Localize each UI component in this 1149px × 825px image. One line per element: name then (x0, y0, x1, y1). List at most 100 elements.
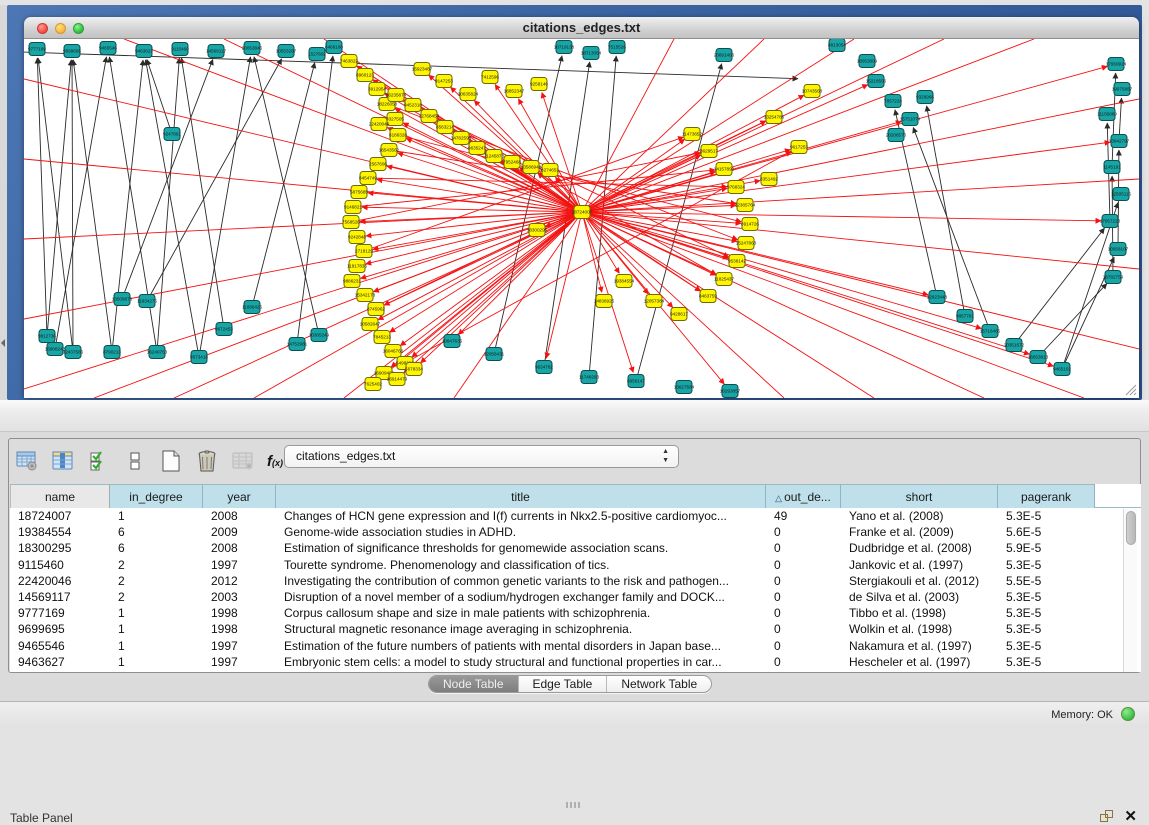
network-node[interactable]: 7845213 (373, 331, 391, 344)
tab-network-table[interactable]: Network Table (607, 676, 711, 692)
network-node[interactable]: 13586942 (521, 161, 542, 174)
cell-pagerank[interactable]: 5.3E-5 (998, 638, 1095, 654)
network-node[interactable]: 9147253 (435, 75, 453, 88)
cell-name[interactable]: 18724007 (10, 508, 110, 524)
network-node[interactable]: 15247863 (736, 237, 757, 250)
cell-pagerank[interactable]: 5.3E-5 (998, 589, 1095, 605)
cell-short[interactable]: Wolkin et al. (1998) (841, 621, 998, 637)
network-node[interactable]: 8745962 (367, 303, 385, 316)
network-node[interactable]: 9329966 (916, 91, 934, 104)
cell-year[interactable]: 2008 (203, 508, 276, 524)
network-node[interactable]: 20053846 (242, 42, 263, 55)
table-row[interactable]: 1872400712008Changes of HCN gene express… (10, 508, 1141, 524)
network-node[interactable]: 17959924 (1106, 58, 1127, 71)
network-node[interactable]: 2567608 (369, 158, 387, 171)
table-selector-dropdown[interactable]: citations_edges.txt ▲▼ (284, 445, 679, 468)
cell-in_degree[interactable]: 1 (110, 621, 203, 637)
network-node[interactable]: 9146821 (344, 201, 362, 214)
network-node[interactable]: 16653813 (1028, 351, 1049, 364)
memory-status-indicator[interactable] (1121, 707, 1135, 721)
network-node[interactable]: 16914479 (387, 373, 408, 386)
network-node[interactable]: 11245873 (484, 150, 505, 163)
cell-pagerank[interactable]: 5.3E-5 (998, 621, 1095, 637)
zoom-window-button[interactable] (73, 23, 84, 34)
network-node[interactable]: 9635247 (468, 142, 486, 155)
network-node[interactable]: 9242848 (348, 231, 366, 244)
cell-short[interactable]: Dudbridge et al. (2008) (841, 540, 998, 556)
network-node[interactable]: 12768453 (419, 110, 440, 123)
cell-in_degree[interactable]: 1 (110, 605, 203, 621)
network-node[interactable]: 16852347 (504, 85, 525, 98)
control-panel-sash[interactable] (0, 5, 7, 400)
cell-name[interactable]: 19384554 (10, 524, 110, 540)
table-row[interactable]: 911546021997Tourette syndrome. Phenomeno… (10, 557, 1141, 573)
column-header-in-degree[interactable]: in_degree (110, 484, 203, 508)
cell-short[interactable]: Franke et al. (2009) (841, 524, 998, 540)
network-node[interactable]: 9258146 (530, 78, 548, 91)
network-node[interactable]: 13627584 (674, 381, 695, 394)
column-header-year[interactable]: year (203, 484, 276, 508)
cell-in_degree[interactable]: 2 (110, 589, 203, 605)
network-window[interactable]: citations_edges.txt 97771699699695946554… (24, 17, 1139, 398)
cell-out_degree[interactable]: 0 (766, 654, 841, 670)
cell-year[interactable]: 2008 (203, 540, 276, 556)
cell-name[interactable]: 9465546 (10, 638, 110, 654)
clear-column-selection-icon[interactable] (123, 449, 147, 473)
cell-year[interactable]: 2003 (203, 589, 276, 605)
network-node[interactable]: 19384554 (614, 275, 635, 288)
minimize-window-button[interactable] (55, 23, 66, 34)
cell-title[interactable]: Tourette syndrome. Phenomenology and cla… (276, 557, 766, 573)
cell-name[interactable]: 9463627 (10, 654, 110, 670)
cell-out_degree[interactable]: 0 (766, 605, 841, 621)
cell-title[interactable]: Disruption of a novel member of a sodium… (276, 589, 766, 605)
network-node[interactable]: 12385764 (735, 199, 756, 212)
cell-year[interactable]: 2009 (203, 524, 276, 540)
network-node[interactable]: 8672453 (215, 323, 233, 336)
network-node[interactable]: 11156869 (1097, 108, 1117, 121)
tab-edge-table[interactable]: Edge Table (519, 676, 608, 692)
table-row[interactable]: 977716911998Corpus callosum shape and si… (10, 605, 1141, 621)
delete-column-icon[interactable] (231, 449, 255, 473)
cell-out_degree[interactable]: 0 (766, 540, 841, 556)
close-panel-icon[interactable]: ✕ (1124, 807, 1137, 825)
network-node[interactable]: 8956147 (627, 375, 645, 388)
network-node[interactable]: 9857791 (956, 310, 974, 323)
network-node[interactable]: 12058431 (484, 348, 505, 361)
network-node[interactable]: 7857224 (884, 95, 902, 108)
network-node[interactable]: 8790213 (103, 346, 121, 359)
cell-in_degree[interactable]: 6 (110, 540, 203, 556)
network-node[interactable]: 11473652 (682, 128, 703, 141)
network-node[interactable]: 11825437 (714, 273, 735, 286)
cell-year[interactable]: 1997 (203, 654, 276, 670)
cell-pagerank[interactable]: 5.3E-5 (998, 508, 1095, 524)
cell-in_degree[interactable]: 6 (110, 524, 203, 540)
network-node[interactable]: 20891406 (714, 49, 735, 62)
network-node[interactable]: 15716485 (980, 325, 1001, 338)
column-header-title[interactable]: title (276, 484, 766, 508)
cell-year[interactable]: 2012 (203, 573, 276, 589)
network-canvas[interactable]: 9777169969969594655469463627911546014569… (24, 39, 1139, 398)
network-node[interactable]: 20351672 (1004, 339, 1025, 352)
network-node[interactable]: 9768324 (727, 181, 745, 194)
network-node[interactable]: 7515526 (608, 41, 626, 54)
network-node[interactable]: 11934275 (137, 295, 158, 308)
cell-in_degree[interactable]: 1 (110, 638, 203, 654)
network-node[interactable]: 8813054 (828, 39, 846, 52)
network-node[interactable]: 14157892 (714, 163, 735, 176)
table-row[interactable]: 2242004622012Investigating the contribut… (10, 573, 1141, 589)
network-node[interactable]: 13942797 (1109, 135, 1130, 148)
network-node[interactable]: 8186328 (389, 129, 407, 142)
select-columns-icon[interactable] (51, 449, 75, 473)
network-node[interactable]: 10958107 (1108, 243, 1129, 256)
network-node[interactable]: 3912954 (368, 83, 386, 96)
network-node[interactable]: 1527602 (308, 48, 326, 61)
dropdown-stepper-icon[interactable]: ▲▼ (662, 447, 669, 465)
table-row[interactable]: 946362711997Embryonic stem cells: a mode… (10, 654, 1141, 670)
network-node[interactable]: 9573418 (190, 351, 208, 364)
network-node[interactable]: 9777169 (28, 43, 46, 56)
network-node[interactable]: 9428617 (670, 308, 688, 321)
network-node[interactable]: 9247861 (163, 128, 181, 141)
network-node[interactable]: 10743568 (802, 85, 823, 98)
column-header-pagerank[interactable]: pagerank (998, 484, 1095, 508)
cell-pagerank[interactable]: 5.9E-5 (998, 540, 1095, 556)
